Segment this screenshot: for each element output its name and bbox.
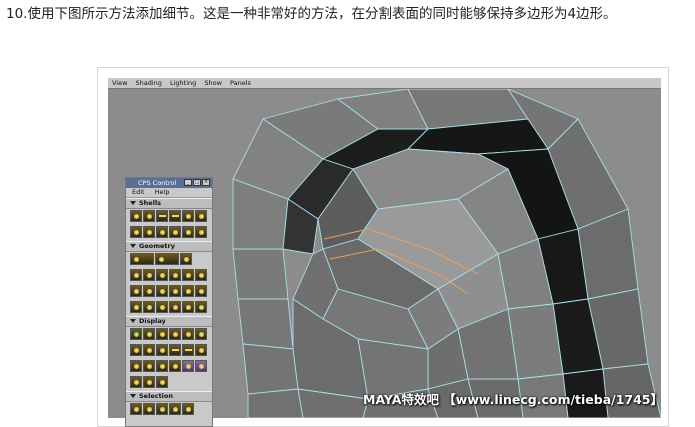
cps-tool-icon[interactable] bbox=[130, 269, 142, 281]
cps-tool-icon[interactable] bbox=[130, 301, 142, 313]
cps-tool-icon[interactable] bbox=[130, 253, 154, 265]
cps-tool-icon[interactable] bbox=[182, 360, 194, 372]
cps-tool-icon[interactable] bbox=[180, 253, 192, 265]
tool-row bbox=[126, 284, 212, 300]
cps-tool-icon[interactable] bbox=[130, 376, 142, 388]
cps-tool-icon[interactable] bbox=[156, 376, 168, 388]
cps-menu-help[interactable]: Help bbox=[155, 188, 170, 196]
maximize-icon[interactable]: □ bbox=[193, 179, 201, 186]
cps-tool-icon[interactable] bbox=[156, 360, 168, 372]
cps-tool-icon[interactable] bbox=[143, 285, 155, 297]
cps-tool-icon[interactable] bbox=[195, 226, 207, 238]
cps-tool-icon[interactable] bbox=[143, 376, 155, 388]
cps-tool-icon[interactable] bbox=[182, 269, 194, 281]
section-shells[interactable]: Shells bbox=[126, 198, 212, 209]
tool-row bbox=[126, 252, 212, 268]
cps-tool-icon[interactable] bbox=[143, 301, 155, 313]
cps-tool-icon[interactable] bbox=[156, 301, 168, 313]
cps-tool-icon[interactable] bbox=[182, 285, 194, 297]
cps-tool-icon[interactable] bbox=[143, 328, 155, 340]
instruction-text: 10.使用下图所示方法添加细节。这是一种非常好的方法，在分割表面的同时能够保持多… bbox=[6, 6, 617, 22]
cps-tool-icon[interactable] bbox=[156, 344, 168, 356]
section-selection[interactable]: Selection bbox=[126, 391, 212, 402]
section-geometry[interactable]: Geometry bbox=[126, 241, 212, 252]
cps-tool-icon[interactable] bbox=[155, 253, 179, 265]
cps-tool-icon[interactable] bbox=[143, 360, 155, 372]
cps-tool-icon[interactable] bbox=[156, 269, 168, 281]
cps-tool-icon[interactable] bbox=[169, 403, 181, 415]
cps-tool-icon[interactable] bbox=[195, 269, 207, 281]
cps-tool-icon[interactable] bbox=[130, 328, 142, 340]
tool-row bbox=[126, 268, 212, 284]
collapse-triangle-icon bbox=[130, 244, 136, 248]
collapse-triangle-icon bbox=[130, 201, 136, 205]
cps-tool-icon[interactable] bbox=[195, 360, 207, 372]
viewport-menubar: View Shading Lighting Show Panels bbox=[108, 78, 661, 89]
cps-tool-icon[interactable] bbox=[169, 328, 181, 340]
cps-tool-icon[interactable] bbox=[156, 328, 168, 340]
section-display-label: Display bbox=[139, 317, 166, 325]
watermark-text: MAYA特效吧 【www.linecg.com/tieba/1745】 bbox=[363, 392, 664, 407]
menu-view[interactable]: View bbox=[112, 79, 127, 87]
cps-tool-icon[interactable] bbox=[130, 344, 142, 356]
tool-row bbox=[126, 343, 212, 359]
section-geometry-label: Geometry bbox=[139, 242, 175, 250]
cps-tool-icon[interactable] bbox=[156, 285, 168, 297]
tool-row bbox=[126, 327, 212, 343]
section-display[interactable]: Display bbox=[126, 316, 212, 327]
tool-row bbox=[126, 225, 212, 241]
tool-row bbox=[126, 300, 212, 316]
cps-tool-icon[interactable] bbox=[195, 210, 207, 222]
cps-tool-icon[interactable] bbox=[182, 210, 194, 222]
cps-titlebar[interactable]: CPS Control _ □ × bbox=[126, 178, 212, 188]
cps-tool-icon[interactable] bbox=[156, 210, 168, 222]
cps-tool-icon[interactable] bbox=[182, 301, 194, 313]
minimize-icon[interactable]: _ bbox=[184, 179, 192, 186]
menu-shading[interactable]: Shading bbox=[136, 79, 162, 87]
tool-row bbox=[126, 209, 212, 225]
cps-tool-icon[interactable] bbox=[130, 403, 142, 415]
cps-tool-icon[interactable] bbox=[182, 344, 194, 356]
tool-row bbox=[126, 402, 212, 418]
menu-panels[interactable]: Panels bbox=[230, 79, 251, 87]
cps-tool-icon[interactable] bbox=[182, 226, 194, 238]
cps-tool-icon[interactable] bbox=[130, 226, 142, 238]
cps-title-text: CPS Control bbox=[138, 179, 177, 187]
cps-tool-icon[interactable] bbox=[195, 285, 207, 297]
cps-tool-icon[interactable] bbox=[182, 403, 194, 415]
cps-tool-icon[interactable] bbox=[143, 226, 155, 238]
cps-tool-icon[interactable] bbox=[169, 210, 181, 222]
cps-tool-icon[interactable] bbox=[195, 344, 207, 356]
cps-tool-icon[interactable] bbox=[195, 328, 207, 340]
cps-tool-icon[interactable] bbox=[182, 328, 194, 340]
cps-tool-icon[interactable] bbox=[143, 344, 155, 356]
cps-tool-icon[interactable] bbox=[143, 269, 155, 281]
cps-tool-icon[interactable] bbox=[169, 344, 181, 356]
cps-tool-icon[interactable] bbox=[169, 269, 181, 281]
section-shells-label: Shells bbox=[139, 199, 162, 207]
close-icon[interactable]: × bbox=[202, 179, 210, 186]
cps-menubar: Edit Help bbox=[126, 188, 212, 198]
cps-tool-icon[interactable] bbox=[195, 301, 207, 313]
cps-tool-icon[interactable] bbox=[130, 360, 142, 372]
section-selection-label: Selection bbox=[139, 392, 174, 400]
cps-tool-icon[interactable] bbox=[169, 285, 181, 297]
cps-tool-icon[interactable] bbox=[169, 301, 181, 313]
cps-tool-icon[interactable] bbox=[156, 226, 168, 238]
menu-lighting[interactable]: Lighting bbox=[170, 79, 196, 87]
cps-tool-icon[interactable] bbox=[169, 360, 181, 372]
cps-tool-icon[interactable] bbox=[130, 210, 142, 222]
cps-tool-icon[interactable] bbox=[143, 210, 155, 222]
cps-tool-icon[interactable] bbox=[156, 403, 168, 415]
cps-control-panel[interactable]: CPS Control _ □ × Edit Help Shells Geome… bbox=[125, 177, 213, 427]
cps-menu-edit[interactable]: Edit bbox=[132, 188, 145, 196]
cps-tool-icon[interactable] bbox=[169, 226, 181, 238]
collapse-triangle-icon bbox=[130, 394, 136, 398]
tool-row bbox=[126, 375, 212, 391]
tool-row bbox=[126, 359, 212, 375]
menu-show[interactable]: Show bbox=[204, 79, 222, 87]
cps-tool-icon[interactable] bbox=[143, 403, 155, 415]
cps-tool-icon[interactable] bbox=[130, 285, 142, 297]
collapse-triangle-icon bbox=[130, 319, 136, 323]
